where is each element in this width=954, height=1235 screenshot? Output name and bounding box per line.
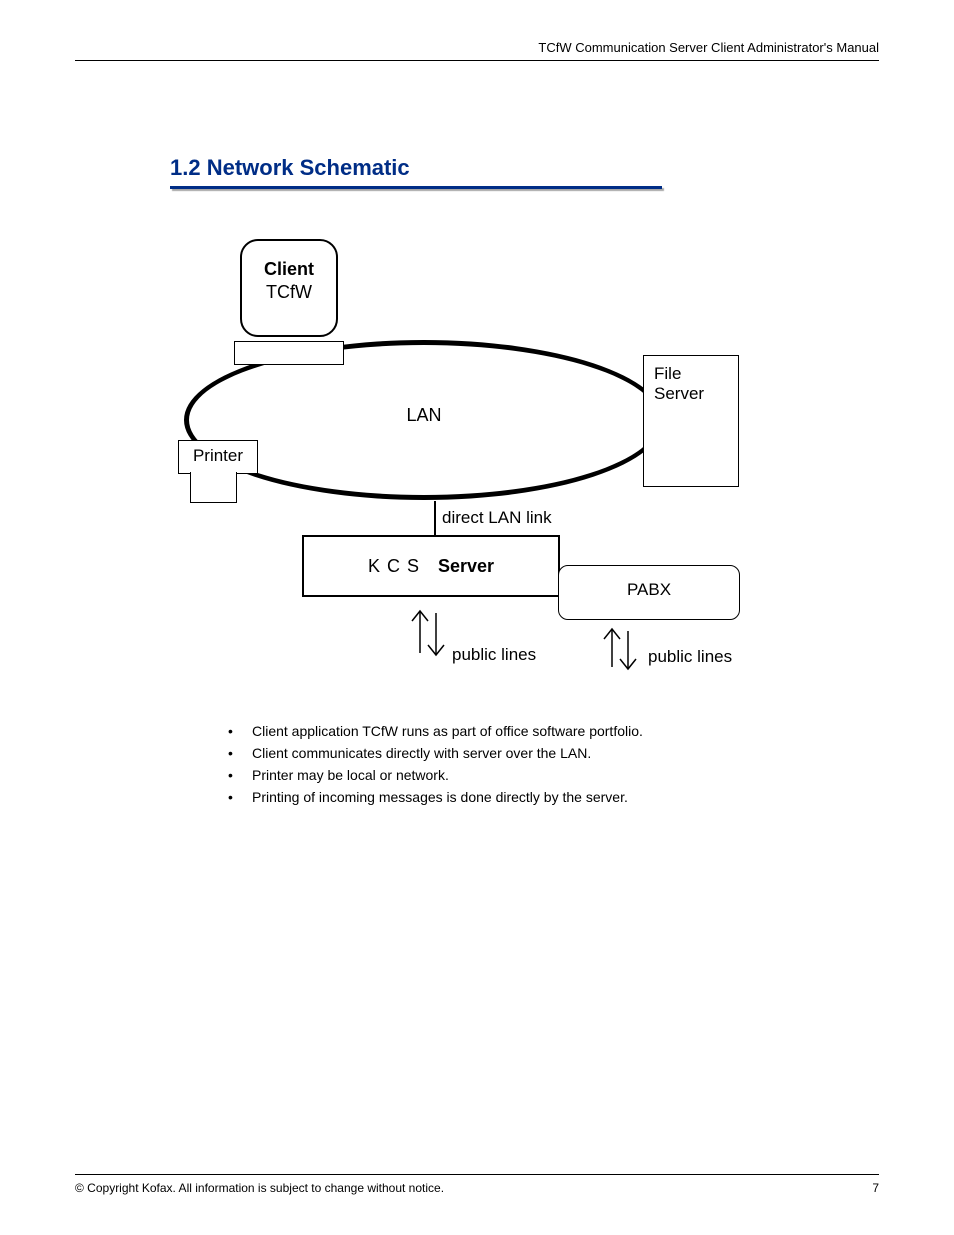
header-rule [75,60,879,61]
pabx-public-lines-label: public lines [648,647,732,667]
list-item: Printer may be local or network. [200,764,850,786]
lan-label: LAN [264,405,584,426]
client-line2: TCfW [242,282,336,303]
list-item: Printing of incoming messages is done di… [200,786,850,808]
client-box: Client TCfW [240,239,338,337]
network-diagram: LAN Client TCfW Printer File Server dire… [170,215,755,705]
kcs-label-1: K C S [368,556,420,576]
fileserver-box: File Server [643,355,739,487]
footer-rule [75,1174,879,1175]
pabx-arrows-icon [600,625,640,685]
section-title: 1.2 Network Schematic [170,155,410,181]
client-base [234,341,344,365]
footer-page-number: 7 [872,1181,879,1195]
kcs-public-lines-label: public lines [452,645,536,665]
footer-copyright: © Copyright Kofax. All information is su… [75,1181,444,1195]
list-item: Client communicates directly with server… [200,742,850,764]
section-underline [170,186,662,189]
fileserver-line1: File [654,364,728,384]
kcs-label-2: Server [438,556,494,576]
pabx-box: PABX [558,565,740,620]
list-item: Client application TCfW runs as part of … [200,720,850,742]
client-line1: Client [242,259,336,280]
bullet-list: Client application TCfW runs as part of … [200,720,850,808]
direct-lan-link-line [434,501,436,537]
printer-base [190,472,237,503]
printer-box: Printer [178,440,258,474]
header-text: TCfW Communication Server Client Adminis… [538,40,879,55]
kcs-arrows-icon [408,603,448,663]
kcs-server-box: K C S Server [302,535,560,597]
direct-lan-link-label: direct LAN link [442,508,552,528]
fileserver-line2: Server [654,384,728,404]
